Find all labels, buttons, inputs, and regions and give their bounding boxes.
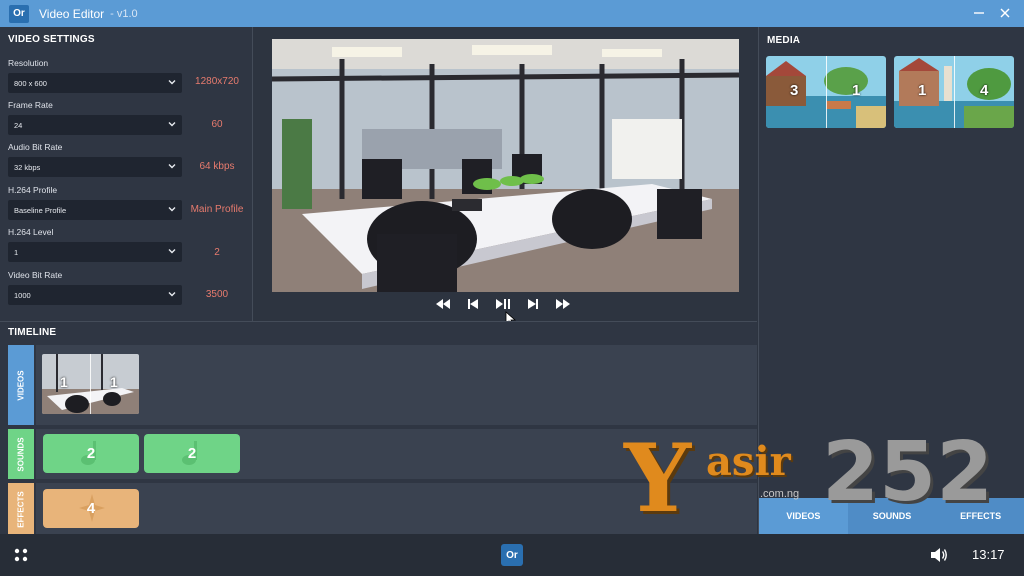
minimize-button[interactable] [970,4,988,22]
app-title: Video Editor [39,6,105,21]
title-bar: Or Video Editor - v1.0 [0,0,1024,27]
chevron-down-icon [168,164,176,169]
effect-clip[interactable]: 4 [43,489,139,528]
taskbar: Or 13:17 [0,534,1024,576]
media-thumb-2[interactable]: 1 4 [894,56,1014,128]
sound-clip[interactable]: 2 [144,434,240,473]
frame-rate-value: 24 [14,120,23,130]
sound-clip[interactable]: 2 [43,434,139,473]
office-scene-image [272,39,739,292]
h264-profile-target: Main Profile [190,204,244,215]
thumb-divider [954,56,955,128]
chevron-down-icon [168,207,176,212]
frame-rate-target: 60 [211,119,223,130]
media-tabs: VIDEOS SOUNDS EFFECTS [759,498,1024,534]
video-bit-rate-target: 3500 [205,289,229,300]
video-settings-panel: VIDEO SETTINGS Resolution 800 x 600 1280… [0,27,253,321]
video-clip[interactable]: 1 1 [42,354,139,414]
app-grid-icon[interactable] [14,548,28,562]
skip-back-icon[interactable] [465,296,481,312]
clock: 13:17 [972,547,1005,562]
sound-clip-number: 2 [86,445,96,462]
audio-bit-rate-label: Audio Bit Rate [8,142,63,152]
h264-level-value: 1 [14,247,19,257]
fast-forward-icon[interactable] [555,296,571,312]
clip-right-number: 1 [110,374,118,390]
media-panel: MEDIA 3 1 1 4 VIDEOS SOUNDS EFFECTS [758,27,1024,534]
videos-track-label: VIDEOS [16,369,26,401]
audio-bit-rate-select[interactable]: 32 kbps [8,157,182,177]
volume-icon[interactable] [930,547,948,563]
videos-track-body: 1 1 [36,345,757,425]
close-icon [1000,8,1010,18]
thumb-right-number: 4 [980,82,989,99]
thumb-left-number: 3 [790,82,799,99]
tab-sounds[interactable]: SOUNDS [847,498,937,534]
sounds-track: SOUNDS 2 2 [8,429,757,479]
h264-profile-select[interactable]: Baseline Profile [8,200,182,220]
clip-left-number: 1 [60,374,68,390]
app-version: - v1.0 [110,7,138,20]
h264-profile-label: H.264 Profile [8,185,58,195]
chevron-down-icon [168,80,176,85]
media-thumb-1[interactable]: 3 1 [766,56,886,128]
preview-panel [254,27,757,327]
video-bit-rate-select[interactable]: 1000 [8,285,182,305]
rewind-icon[interactable] [435,296,451,312]
h264-level-select[interactable]: 1 [8,242,182,262]
thumb-divider [826,56,827,128]
taskbar-app-icon[interactable]: Or [501,544,523,566]
videos-track: VIDEOS 1 1 [8,345,757,425]
resolution-target: 1280x720 [195,76,239,87]
resolution-value: 800 x 600 [14,78,47,88]
media-title: MEDIA [767,35,801,46]
tab-videos[interactable]: VIDEOS [759,498,848,534]
effects-track-label: EFFECTS [16,490,26,528]
chevron-down-icon [168,292,176,297]
minimize-icon [974,12,984,14]
frame-rate-select[interactable]: 24 [8,115,182,135]
timeline-title: TIMELINE [8,327,57,338]
effects-track: EFFECTS 4 [8,483,757,535]
effects-track-tab[interactable]: EFFECTS [8,483,34,535]
tab-effects[interactable]: EFFECTS [936,498,1024,534]
thumb-left-number: 1 [918,82,927,99]
chevron-down-icon [168,249,176,254]
thumb-right-number: 1 [852,82,861,99]
h264-profile-value: Baseline Profile [14,205,67,215]
frame-rate-label: Frame Rate [8,100,53,110]
h264-level-target: 2 [214,247,220,258]
skip-forward-icon[interactable] [525,296,541,312]
play-pause-icon[interactable] [495,296,511,312]
sounds-track-body: 2 2 [36,429,757,479]
timeline-panel: TIMELINE VIDEOS 1 1 SOUNDS 2 2 EFFECTS 4 [0,321,757,535]
effects-track-body: 4 [36,483,757,535]
audio-bit-rate-target: 64 kbps [199,161,235,172]
video-preview[interactable] [272,39,739,292]
transport-controls [435,296,571,312]
app-logo: Or [9,4,29,23]
effect-clip-number: 4 [86,500,96,517]
video-settings-title: VIDEO SETTINGS [8,34,95,45]
sound-clip-number: 2 [187,445,197,462]
resolution-select[interactable]: 800 x 600 [8,73,182,93]
audio-bit-rate-value: 32 kbps [14,162,41,172]
clip-divider [90,354,91,414]
video-bit-rate-label: Video Bit Rate [8,270,63,280]
sounds-track-label: SOUNDS [16,436,26,472]
sounds-track-tab[interactable]: SOUNDS [8,429,34,479]
video-bit-rate-value: 1000 [14,290,31,300]
resolution-label: Resolution [8,58,49,68]
app-window: Or Video Editor - v1.0 VIDEO SETTINGS Re… [0,0,1024,576]
close-button[interactable] [996,4,1014,22]
h264-level-label: H.264 Level [8,227,54,237]
videos-track-tab[interactable]: VIDEOS [8,345,34,425]
chevron-down-icon [168,122,176,127]
